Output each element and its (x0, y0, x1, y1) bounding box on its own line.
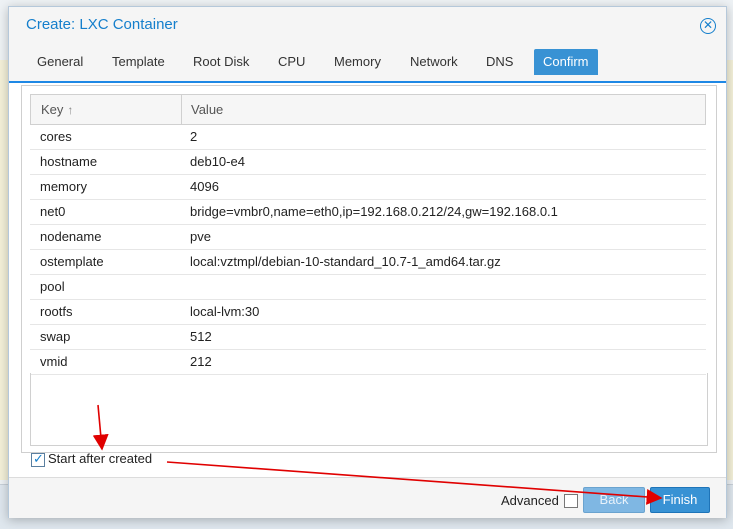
column-header-key[interactable]: Key ↑ (41, 102, 73, 117)
row-value: deb10-e4 (190, 154, 245, 169)
tab-network[interactable]: Network (401, 49, 467, 75)
table-row[interactable]: vmid 212 (30, 350, 706, 375)
row-key: vmid (40, 354, 68, 369)
row-key: ostemplate (40, 254, 104, 269)
sort-ascending-icon: ↑ (67, 103, 74, 117)
tab-dns[interactable]: DNS (477, 49, 522, 75)
row-value: 212 (190, 354, 212, 369)
dialog-titlebar: Create: LXC Container ✕ (9, 7, 726, 43)
dialog-title: Create: LXC Container (26, 16, 178, 33)
start-after-created-label[interactable]: Start after created (48, 451, 152, 466)
grid-header: Key ↑ Value (30, 94, 706, 125)
column-header-key-label: Key (41, 102, 64, 117)
tab-confirm[interactable]: Confirm (534, 49, 598, 75)
table-row[interactable]: nodename pve (30, 225, 706, 250)
row-key: memory (40, 179, 87, 194)
row-key: nodename (40, 229, 102, 244)
row-key: swap (40, 329, 71, 344)
table-row[interactable]: swap 512 (30, 325, 706, 350)
table-row[interactable]: pool (30, 275, 706, 300)
tab-memory[interactable]: Memory (325, 49, 390, 75)
row-value: local:vztmpl/debian-10-standard_10.7-1_a… (190, 254, 501, 269)
start-after-created-checkbox[interactable]: ✓ (31, 451, 45, 467)
wizard-tabs: General Template Root Disk CPU Memory Ne… (9, 43, 726, 83)
dialog-footer: Advanced Back Finish (9, 477, 726, 518)
tab-root-disk[interactable]: Root Disk (184, 49, 258, 75)
row-value: 512 (190, 329, 212, 344)
table-row[interactable]: memory 4096 (30, 175, 706, 200)
grid-rows: cores 2 hostname deb10-e4 memory 4096 net0 b… (30, 125, 706, 375)
row-key: rootfs (40, 304, 73, 319)
row-value: 2 (190, 129, 198, 144)
tab-template[interactable]: Template (103, 49, 174, 75)
back-button[interactable]: Back (583, 487, 645, 513)
checkmark-icon: ✓ (33, 451, 44, 466)
column-header-value[interactable]: Value (191, 102, 223, 117)
column-divider[interactable] (181, 95, 182, 124)
table-row[interactable]: cores 2 (30, 125, 706, 150)
table-row[interactable]: rootfs local-lvm:30 (30, 300, 706, 325)
row-key: hostname (40, 154, 98, 169)
close-icon[interactable]: ✕ (700, 18, 716, 34)
table-row[interactable]: net0 bridge=vmbr0,name=eth0,ip=192.168.0.… (30, 200, 706, 225)
advanced-label[interactable]: Advanced (501, 493, 559, 508)
row-value: 4096 (190, 179, 219, 194)
table-row[interactable]: ostemplate local:vztmpl/debian-10-standar… (30, 250, 706, 275)
confirm-panel: Key ↑ Value cores 2 hostname deb10-e4 memor… (21, 85, 717, 453)
row-value: bridge=vmbr0,name=eth0,ip=192.168.0.212/… (190, 204, 558, 219)
grid-empty-area (30, 373, 708, 446)
advanced-checkbox[interactable] (564, 494, 578, 508)
table-row[interactable]: hostname deb10-e4 (30, 150, 706, 175)
row-value: pve (190, 229, 211, 244)
row-key: net0 (40, 204, 66, 219)
row-key: pool (40, 279, 65, 294)
row-value: local-lvm:30 (190, 304, 260, 319)
tab-cpu[interactable]: CPU (269, 49, 314, 75)
row-key: cores (40, 129, 72, 144)
tab-general[interactable]: General (28, 49, 92, 75)
finish-button[interactable]: Finish (650, 487, 710, 513)
create-lxc-dialog: Create: LXC Container ✕ General Template… (8, 6, 727, 518)
